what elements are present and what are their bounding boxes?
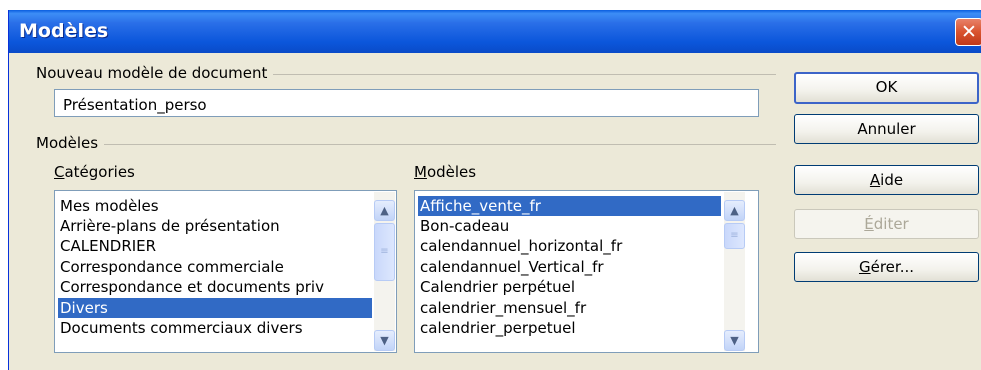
model-item[interactable]: calendannuel_horizontal_fr [418, 236, 721, 256]
categories-listbox[interactable]: Mes modèles Arrière-plans de présentatio… [54, 190, 397, 353]
ok-button[interactable]: OK [794, 72, 979, 104]
models-label: Modèles [414, 163, 476, 181]
category-item[interactable]: Mes modèles [58, 196, 372, 216]
dialog-window: Modèles ✕ Nouveau modèle de document Mod… [8, 10, 981, 370]
templates-group-label: Modèles [36, 134, 105, 152]
scroll-down-icon[interactable]: ▼ [374, 330, 395, 351]
help-label-rest: ide [880, 171, 904, 189]
model-item[interactable]: calendannuel_Vertical_fr [418, 257, 721, 277]
models-accel: M [414, 163, 427, 181]
scroll-thumb[interactable]: ≡ [724, 223, 745, 249]
category-item[interactable]: Correspondance commerciale [58, 257, 372, 277]
categories-label-rest: atégories [64, 163, 135, 181]
model-item-selected[interactable]: Affiche_vente_fr [418, 196, 721, 216]
categories-scrollbar[interactable]: ▲ ≡ ▼ [374, 192, 395, 351]
model-item[interactable]: calendrier_mensuel_fr [418, 298, 721, 318]
model-item[interactable]: calendrier_perpetuel [418, 318, 721, 338]
model-item[interactable]: Calendrier perpétuel [418, 277, 721, 297]
categories-accel: C [54, 163, 65, 181]
scroll-down-icon[interactable]: ▼ [724, 330, 745, 351]
close-icon[interactable]: ✕ [955, 18, 981, 46]
scroll-thumb[interactable]: ≡ [374, 223, 395, 281]
new-doc-group-label: Nouveau modèle de document [36, 64, 274, 82]
templates-divider [36, 144, 776, 145]
title-bar[interactable]: Modèles ✕ [9, 10, 981, 53]
scroll-up-icon[interactable]: ▲ [724, 200, 745, 221]
category-item[interactable]: Arrière-plans de présentation [58, 216, 372, 236]
manage-label-rest: érer... [870, 258, 914, 276]
edit-button: Éditer [794, 209, 979, 239]
category-item[interactable]: CALENDRIER [58, 236, 372, 256]
manage-button[interactable]: Gérer... [794, 252, 979, 282]
models-scrollbar[interactable]: ▲ ≡ ▼ [724, 192, 745, 351]
cancel-button[interactable]: Annuler [794, 114, 979, 144]
categories-label: Catégories [54, 163, 135, 181]
template-name-input[interactable] [54, 89, 759, 117]
category-item[interactable]: Correspondance et documents priv [58, 277, 372, 297]
edit-accel: É [864, 215, 874, 233]
model-item[interactable]: Bon-cadeau [418, 216, 721, 236]
dialog-title: Modèles [19, 20, 109, 42]
category-item-selected[interactable]: Divers [58, 298, 372, 318]
help-accel: A [869, 171, 881, 189]
edit-label-rest: diter [873, 215, 909, 233]
category-item[interactable]: Documents commerciaux divers [58, 318, 372, 338]
models-label-rest: odèles [426, 163, 477, 181]
help-button[interactable]: Aide [794, 165, 979, 195]
manage-accel: G [858, 258, 871, 276]
models-listbox[interactable]: Affiche_vente_fr Bon-cadeau calendannuel… [414, 190, 759, 353]
scroll-up-icon[interactable]: ▲ [374, 200, 395, 221]
